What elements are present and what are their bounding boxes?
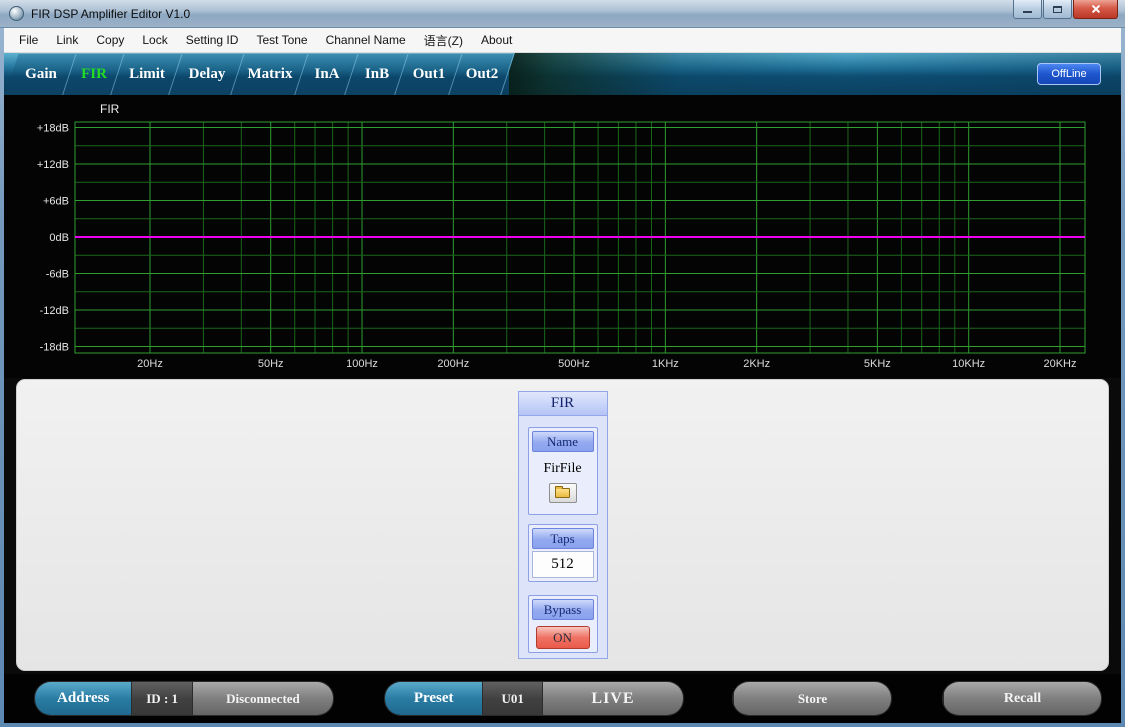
recall-button[interactable]: Recall bbox=[943, 682, 1101, 715]
recall-pill: Recall bbox=[942, 681, 1102, 716]
tab-gain[interactable]: Gain bbox=[12, 53, 70, 95]
menu-item-channel-name[interactable]: Channel Name bbox=[317, 33, 415, 47]
svg-text:0dB: 0dB bbox=[49, 232, 69, 244]
svg-text:50Hz: 50Hz bbox=[258, 358, 284, 370]
taps-group: Taps 512 bbox=[528, 524, 598, 582]
connection-status: Disconnected bbox=[192, 682, 333, 715]
menu-item-test-tone[interactable]: Test Tone bbox=[247, 33, 316, 47]
svg-text:+6dB: +6dB bbox=[43, 196, 69, 208]
taps-value[interactable]: 512 bbox=[532, 551, 594, 578]
tab-bar: Gain FIR Limit Delay Matrix InA InB Out1… bbox=[4, 53, 1121, 95]
store-button[interactable]: Store bbox=[733, 682, 891, 715]
control-area: FIR Name FirFile Taps 512 Bypass ON bbox=[4, 378, 1121, 674]
menu-bar: File Link Copy Lock Setting ID Test Tone… bbox=[4, 28, 1121, 53]
preset-group: Preset U01 LIVE bbox=[384, 681, 684, 716]
close-button[interactable] bbox=[1073, 0, 1118, 19]
preset-slot: U01 bbox=[482, 682, 542, 715]
tab-matrix[interactable]: Matrix bbox=[238, 53, 302, 95]
name-header: Name bbox=[532, 431, 594, 452]
tab-delay[interactable]: Delay bbox=[176, 53, 238, 95]
svg-text:1KHz: 1KHz bbox=[652, 358, 679, 370]
menu-item-link[interactable]: Link bbox=[47, 33, 87, 47]
svg-text:-12dB: -12dB bbox=[40, 305, 69, 317]
window-title: FIR DSP Amplifier Editor V1.0 bbox=[31, 7, 190, 21]
menu-item-language[interactable]: 语言(Z) bbox=[415, 32, 472, 49]
app-window: FIR DSP Amplifier Editor V1.0 File Link … bbox=[0, 0, 1125, 727]
control-panel: FIR Name FirFile Taps 512 Bypass ON bbox=[16, 379, 1109, 671]
svg-text:-18dB: -18dB bbox=[40, 342, 69, 354]
svg-text:+12dB: +12dB bbox=[37, 159, 69, 171]
minimize-icon bbox=[1023, 11, 1032, 13]
footer-bar: Address ID : 1 Disconnected Preset U01 L… bbox=[4, 674, 1121, 723]
address-group: Address ID : 1 Disconnected bbox=[34, 681, 334, 716]
preset-button[interactable]: Preset bbox=[385, 682, 482, 715]
menu-item-setting-id[interactable]: Setting ID bbox=[177, 33, 248, 47]
menu-item-copy[interactable]: Copy bbox=[87, 33, 133, 47]
maximize-icon bbox=[1053, 6, 1062, 13]
fir-panel-title: FIR bbox=[519, 392, 607, 416]
frequency-response-svg: +18dB +12dB +6dB 0dB -6dB -12dB -18dB 20Hz 50Hz 1… bbox=[4, 95, 1121, 378]
name-group: Name FirFile bbox=[528, 427, 598, 515]
close-icon bbox=[1090, 3, 1102, 15]
minimize-button[interactable] bbox=[1013, 0, 1042, 19]
svg-text:5KHz: 5KHz bbox=[864, 358, 891, 370]
fir-file-name: FirFile bbox=[532, 461, 594, 477]
frequency-response-graph: +18dB +12dB +6dB 0dB -6dB -12dB -18dB 20Hz 50Hz 1… bbox=[4, 95, 1121, 378]
tab-out1[interactable]: Out1 bbox=[402, 53, 456, 95]
folder-icon bbox=[555, 488, 570, 498]
tab-fir[interactable]: FIR bbox=[70, 53, 118, 95]
browse-file-button[interactable] bbox=[549, 483, 577, 503]
tab-inb[interactable]: InB bbox=[352, 53, 402, 95]
fir-panel: FIR Name FirFile Taps 512 Bypass ON bbox=[518, 391, 608, 659]
svg-text:200Hz: 200Hz bbox=[437, 358, 469, 370]
store-pill: Store bbox=[732, 681, 892, 716]
menu-item-about[interactable]: About bbox=[472, 33, 521, 47]
bypass-group: Bypass ON bbox=[528, 595, 598, 653]
svg-text:10KHz: 10KHz bbox=[952, 358, 985, 370]
taps-header: Taps bbox=[532, 528, 594, 549]
svg-text:FIR: FIR bbox=[100, 102, 120, 116]
menu-item-file[interactable]: File bbox=[10, 33, 47, 47]
svg-text:-6dB: -6dB bbox=[46, 269, 69, 281]
maximize-button[interactable] bbox=[1043, 0, 1072, 19]
id-badge: ID : 1 bbox=[131, 682, 192, 715]
tab-limit[interactable]: Limit bbox=[118, 53, 176, 95]
tabbar-background bbox=[509, 53, 1121, 95]
app-icon bbox=[9, 6, 24, 21]
address-button[interactable]: Address bbox=[35, 682, 131, 715]
svg-text:100Hz: 100Hz bbox=[346, 358, 378, 370]
svg-text:2KHz: 2KHz bbox=[743, 358, 770, 370]
title-bar: FIR DSP Amplifier Editor V1.0 bbox=[0, 0, 1125, 28]
offline-button[interactable]: OffLine bbox=[1037, 63, 1101, 85]
svg-text:20KHz: 20KHz bbox=[1043, 358, 1076, 370]
tab-out2[interactable]: Out2 bbox=[456, 53, 508, 95]
svg-text:500Hz: 500Hz bbox=[558, 358, 590, 370]
bypass-header: Bypass bbox=[532, 599, 594, 620]
tab-ina[interactable]: InA bbox=[302, 53, 352, 95]
live-mode-button[interactable]: LIVE bbox=[542, 682, 683, 715]
svg-text:+18dB: +18dB bbox=[37, 123, 69, 135]
bypass-on-button[interactable]: ON bbox=[536, 626, 590, 649]
menu-item-lock[interactable]: Lock bbox=[133, 33, 176, 47]
svg-text:20Hz: 20Hz bbox=[137, 358, 163, 370]
